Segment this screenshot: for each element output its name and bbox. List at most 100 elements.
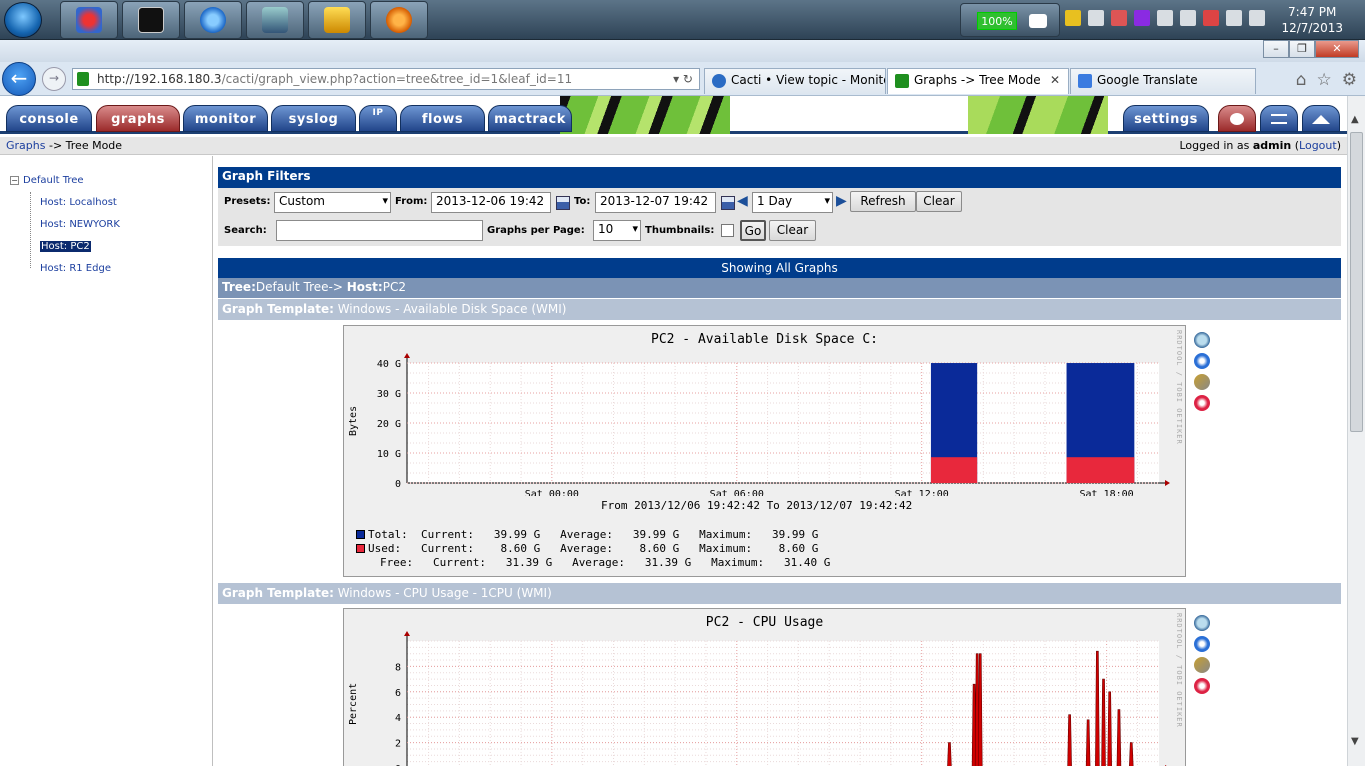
shield-icon[interactable] [1065,10,1081,26]
graph-properties-icon[interactable] [1194,395,1210,411]
tree-host-newyork[interactable]: Host: NEWYORK [40,219,120,230]
scroll-up-icon[interactable]: ▲ [1351,114,1359,125]
thumbnails-checkbox[interactable] [721,224,734,237]
flag-icon[interactable] [1180,10,1196,26]
battery-indicator[interactable]: 100% [960,3,1060,37]
taskbar-virtualbox-button[interactable] [246,1,304,39]
logout-link[interactable]: Logout [1299,139,1337,152]
showing-all-graphs-header: Showing All Graphs [218,258,1341,278]
tab-settings[interactable]: settings [1123,105,1209,132]
clear-search-button[interactable]: Clear [769,220,816,241]
tab-console[interactable]: console [6,105,92,132]
y-tick-label: 40 G [377,359,401,370]
tree-root[interactable]: − Default Tree [10,175,84,186]
tab-ip[interactable]: IP [359,105,397,132]
y-axis-arrow [404,631,410,636]
favorites-star-icon[interactable]: ☆ [1317,70,1332,90]
taskbar-clock[interactable]: 7:47 PM 12/7/2013 [1281,4,1343,36]
csv-export-icon[interactable] [1194,636,1210,652]
graph-template-value: Windows - CPU Usage - 1CPU (WMI) [333,586,552,600]
collapse-icon[interactable]: − [10,176,19,185]
settings-gear-icon[interactable]: ⚙ [1342,70,1357,90]
search-input[interactable] [276,220,483,241]
cpu-spike [977,653,983,766]
taskbar-terminal-button[interactable] [122,1,180,39]
forward-button[interactable]: → [42,67,66,91]
tab-syslog[interactable]: syslog [271,105,356,132]
y-tick-label: 10 G [377,449,401,460]
edit-wrench-icon[interactable] [1194,374,1210,390]
legend-stats: Current: 8.60 G Average: 8.60 G Maximum:… [401,542,819,555]
go-button[interactable]: Go [740,220,766,241]
refresh-button[interactable]: Refresh [850,191,916,212]
shift-right-arrow-icon[interactable]: ▶ [836,193,847,209]
tab-label: Graphs -> Tree Mode [914,73,1041,87]
csv-export-icon[interactable] [1194,353,1210,369]
browser-tab-active[interactable]: Graphs -> Tree Mode ✕ [887,68,1069,94]
to-date-input[interactable]: 2013-12-07 19:42 [595,192,716,213]
minimize-button[interactable]: – [1263,40,1289,58]
translate-tab-icon [1078,74,1092,88]
browser-tab[interactable]: Cacti • View topic - Monitor... [704,68,886,94]
clear-button[interactable]: Clear [916,191,962,212]
power-plug-icon [1029,14,1047,28]
browser-toolbar-icons: ⌂ ☆ ⚙ [1296,70,1357,90]
taskbar-firefox-button[interactable] [370,1,428,39]
breadcrumb-graphs-link[interactable]: Graphs [6,139,45,152]
graph-properties-icon[interactable] [1194,678,1210,694]
timespan-select[interactable]: 1 Day ▾ [752,192,833,213]
close-tab-icon[interactable]: ✕ [1050,73,1060,87]
browser-tab[interactable]: Google Translate [1070,68,1256,94]
cpu-usage-graph[interactable]: PC2 - CPU Usage RRDTOOL / TOBI OETIKER P… [343,608,1186,766]
bar-used [1066,457,1135,483]
scroll-thumb[interactable] [1350,132,1363,432]
preview-view-button[interactable] [1302,105,1340,132]
timespan-value: 1 Day [757,194,793,208]
tree-host-pc2[interactable]: Host: PC2 [40,241,91,252]
page-scrollbar[interactable]: ▲ ▼ [1347,96,1365,766]
taskbar-ie-button[interactable] [184,1,242,39]
calendar-icon[interactable] [556,196,570,210]
network-icon[interactable] [1088,10,1104,26]
maximize-button[interactable]: ❐ [1289,40,1315,58]
scroll-down-icon[interactable]: ▼ [1351,736,1359,747]
url-path: /cacti/graph_view.php?action=tree&tree_i… [221,72,573,86]
y-tick-label: 20 G [377,419,401,430]
list-view-button[interactable] [1260,105,1298,132]
tab-graphs[interactable]: graphs [96,105,180,132]
tree-host-localhost[interactable]: Host: Localhost [40,197,117,208]
signal-icon[interactable] [1226,10,1242,26]
back-button[interactable]: ← [2,62,36,96]
graphs-per-page-select[interactable]: 10 ▾ [593,220,641,241]
tab-mactrack[interactable]: mactrack [488,105,572,132]
speaker-icon[interactable] [1111,10,1127,26]
disk-space-graph[interactable]: PC2 - Available Disk Space C: RRDTOOL / … [343,325,1186,577]
volume-icon[interactable] [1249,10,1265,26]
address-bar[interactable]: http://192.168.180.3/cacti/graph_view.ph… [72,68,700,90]
edit-wrench-icon[interactable] [1194,657,1210,673]
tab-monitor[interactable]: monitor [183,105,268,132]
zoom-icon[interactable] [1194,332,1210,348]
onenote-icon[interactable] [1134,10,1150,26]
calendar-icon[interactable] [721,196,735,210]
battery-percent: 100% [977,12,1017,30]
legend-swatch [356,530,365,539]
start-button[interactable] [4,2,42,38]
presets-select[interactable]: Custom ▾ [274,192,391,213]
graph-filters: Presets: Custom ▾ From: 2013-12-06 19:42 … [218,188,1341,246]
shift-left-arrow-icon[interactable]: ◀ [737,193,748,209]
taskbar-files-button[interactable] [308,1,366,39]
taskbar-app-button[interactable] [60,1,118,39]
zoom-icon[interactable] [1194,615,1210,631]
close-window-button[interactable]: ✕ [1315,40,1359,58]
to-label: To: [574,196,591,207]
devices-icon[interactable] [1157,10,1173,26]
from-date-input[interactable]: 2013-12-06 19:42 [431,192,551,213]
logged-in-label: Logged in as [1179,139,1253,152]
tree-view-button[interactable] [1218,105,1256,132]
address-bar-controls[interactable]: ▾ ↻ [673,69,693,89]
security-icon[interactable] [1203,10,1219,26]
tree-host-r1-edge[interactable]: Host: R1 Edge [40,263,111,274]
home-icon[interactable]: ⌂ [1296,70,1307,90]
tab-flows[interactable]: flows [400,105,485,132]
